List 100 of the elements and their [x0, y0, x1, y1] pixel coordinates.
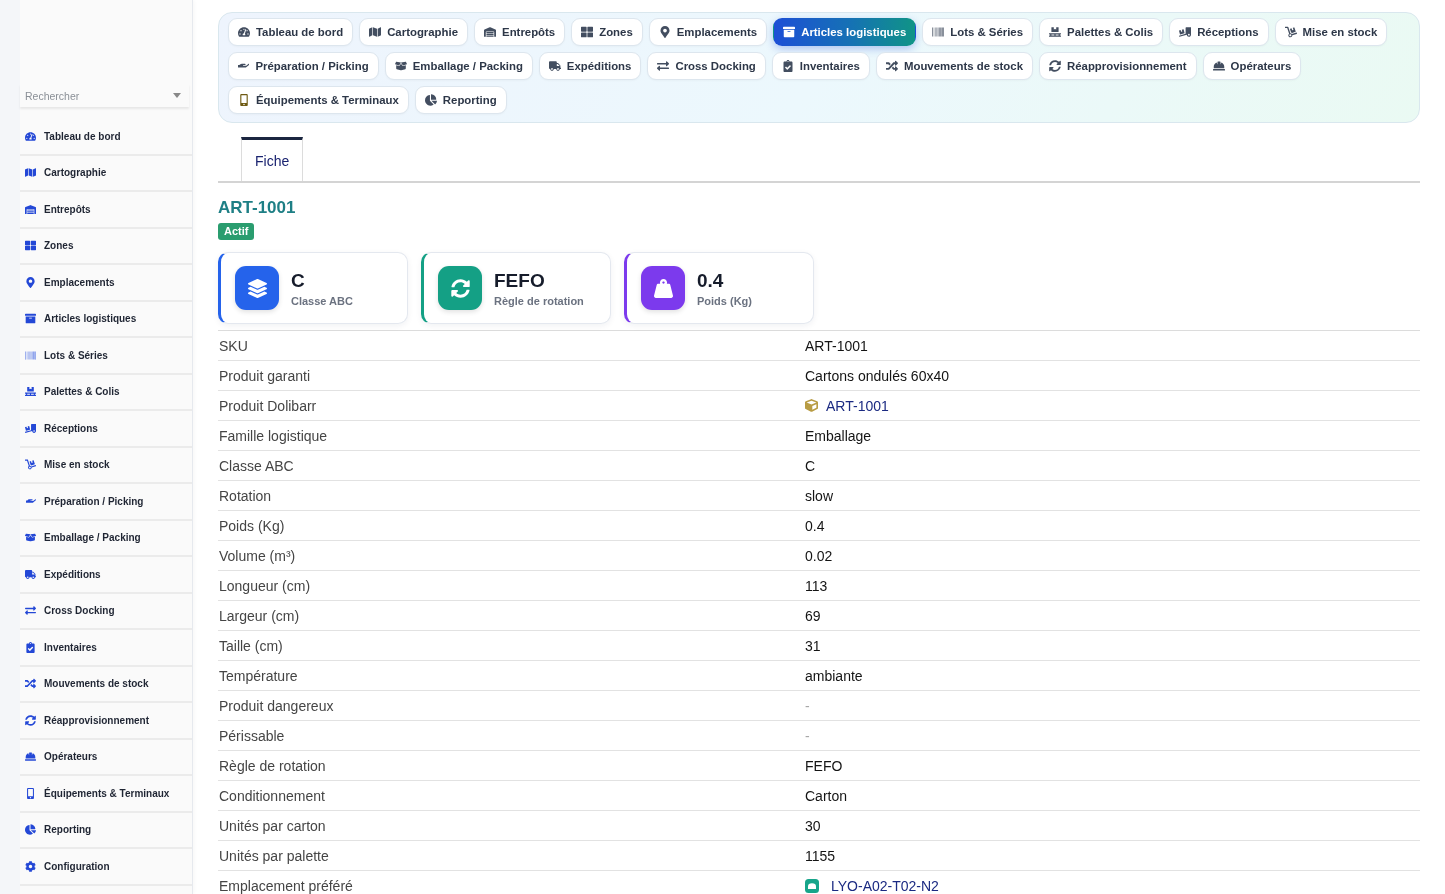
field-label: Longueur (cm) [218, 577, 311, 594]
nav-tab[interactable]: Opérateurs [1202, 52, 1302, 80]
sidebar-item[interactable]: Opérateurs [20, 739, 192, 776]
field-value: Carton [805, 787, 848, 804]
phone-icon [25, 787, 36, 799]
field-value: 1155 [805, 847, 836, 864]
open-box-icon [25, 532, 36, 544]
sidebar-item[interactable]: Palettes & Colis [20, 374, 192, 411]
nav-tab[interactable]: Emballage / Packing [384, 52, 533, 80]
arrows-icon [25, 605, 36, 617]
nav-tab[interactable]: Articles logistiques [773, 18, 917, 46]
sidebar-item[interactable]: Réceptions [20, 411, 192, 448]
empty-value: - [805, 697, 810, 714]
sidebar-item[interactable]: Lots & Séries [20, 338, 192, 375]
box-icon [25, 313, 36, 325]
box-icon [783, 26, 796, 38]
hard-hat-icon [1212, 60, 1225, 72]
field-value: Emballage [805, 427, 872, 444]
refresh-icon [1049, 60, 1061, 72]
stat-label: Règle de rotation [494, 294, 584, 307]
sidebar-item[interactable]: Tableau de bord [20, 119, 192, 156]
field-value: ambiante [805, 667, 863, 684]
cube-icon [805, 399, 818, 412]
field-label: Classe ABC [218, 457, 294, 474]
nav-tab[interactable]: Entrepôts [474, 18, 566, 46]
field-label: Périssable [218, 727, 285, 744]
field-value: C [805, 457, 816, 474]
nav-tab[interactable]: Inventaires [771, 52, 870, 80]
grid-icon [25, 240, 36, 252]
sidebar-item[interactable]: Équipements & Terminaux [20, 776, 192, 813]
stat-value: FEFO [494, 269, 545, 292]
warehouse-icon [484, 26, 497, 38]
nav-tab[interactable]: Mise en stock [1274, 18, 1388, 46]
nav-tab[interactable]: Réapprovisionnement [1039, 52, 1197, 80]
pie-chart-icon [25, 824, 36, 836]
field-value: 30 [805, 817, 821, 834]
nav-tab[interactable]: Reporting [414, 86, 507, 114]
nav-tab[interactable]: Équipements & Terminaux [228, 86, 409, 114]
gauge-icon [25, 130, 36, 142]
sidebar-item[interactable]: Emplacements [20, 265, 192, 302]
nav-tab[interactable]: Expéditions [538, 52, 642, 80]
stat-value: 0.4 [697, 269, 724, 292]
nav-tab[interactable]: Cross Docking [647, 52, 766, 80]
nav-tab[interactable]: Tableau de bord [228, 18, 354, 46]
sidebar-item[interactable]: Expéditions [20, 557, 192, 594]
field-label: SKU [218, 337, 248, 354]
sidebar-item[interactable]: Entrepôts [20, 192, 192, 229]
clipboard-check-icon [781, 60, 794, 72]
nav-tab[interactable]: Lots & Séries [922, 18, 1034, 46]
sidebar-item[interactable]: Emballage / Packing [20, 520, 192, 557]
nav-tab[interactable]: Réceptions [1169, 18, 1269, 46]
field-label: Poids (Kg) [218, 517, 285, 534]
product-link[interactable]: ART-1001 [826, 397, 889, 414]
field-label: Unités par carton [218, 817, 326, 834]
field-value: 113 [805, 577, 828, 594]
refresh-icon [25, 714, 36, 726]
sidebar-item[interactable]: Réapprovisionnement [20, 703, 192, 740]
field-label: Conditionnement [218, 787, 325, 804]
sidebar-item[interactable]: Mise en stock [20, 447, 192, 484]
sidebar-item[interactable]: Cartographie [20, 155, 192, 192]
sidebar-item[interactable]: Mouvements de stock [20, 666, 192, 703]
nav-tab[interactable]: Mouvements de stock [875, 52, 1033, 80]
map-icon [369, 26, 382, 38]
nav-tab[interactable]: Préparation / Picking [228, 52, 379, 80]
pallet-icon [1049, 26, 1062, 38]
location-link[interactable]: LYO-A02-T02-N2 [831, 877, 939, 894]
truck-loading-icon [1179, 26, 1192, 38]
nav-tab[interactable]: Emplacements [648, 18, 768, 46]
field-label: Rotation [218, 487, 272, 504]
sidebar-item[interactable]: Articles logistiques [20, 301, 192, 338]
pie-chart-icon [424, 94, 437, 106]
field-value: 69 [805, 607, 821, 624]
tab[interactable]: Fiche [241, 137, 304, 181]
map-pin-icon [25, 276, 36, 288]
stat-label: Classe ABC [291, 294, 353, 307]
field-label: Volume (m³) [218, 547, 296, 564]
sidebar-item[interactable]: Configuration [20, 849, 192, 886]
field-label: Emplacement préféré [218, 877, 353, 894]
sidebar-item[interactable]: Zones [20, 228, 192, 265]
search-select[interactable]: Rechercher [20, 84, 189, 107]
sidebar-item[interactable]: Préparation / Picking [20, 484, 192, 521]
field-label: Famille logistique [218, 427, 328, 444]
dolly-icon [25, 459, 36, 471]
sidebar-item[interactable]: Reporting [20, 812, 192, 849]
nav-tab[interactable]: Palettes & Colis [1039, 18, 1164, 46]
truck-icon [25, 568, 36, 580]
truck-loading-icon [25, 422, 36, 434]
field-value: slow [805, 487, 833, 504]
stat-label: Poids (Kg) [697, 294, 752, 307]
sidebar-item[interactable]: Inventaires [20, 630, 192, 667]
field-value: 0.4 [805, 517, 825, 534]
gauge-icon [238, 26, 250, 38]
nav-tab[interactable]: Zones [571, 18, 643, 46]
map-icon [25, 167, 36, 179]
grid-icon [581, 26, 594, 38]
sidebar-item[interactable]: Cross Docking [20, 593, 192, 630]
open-box-icon [394, 60, 407, 72]
nav-tab[interactable]: Cartographie [359, 18, 469, 46]
field-label: Règle de rotation [218, 757, 326, 774]
warehouse-icon [25, 203, 36, 215]
